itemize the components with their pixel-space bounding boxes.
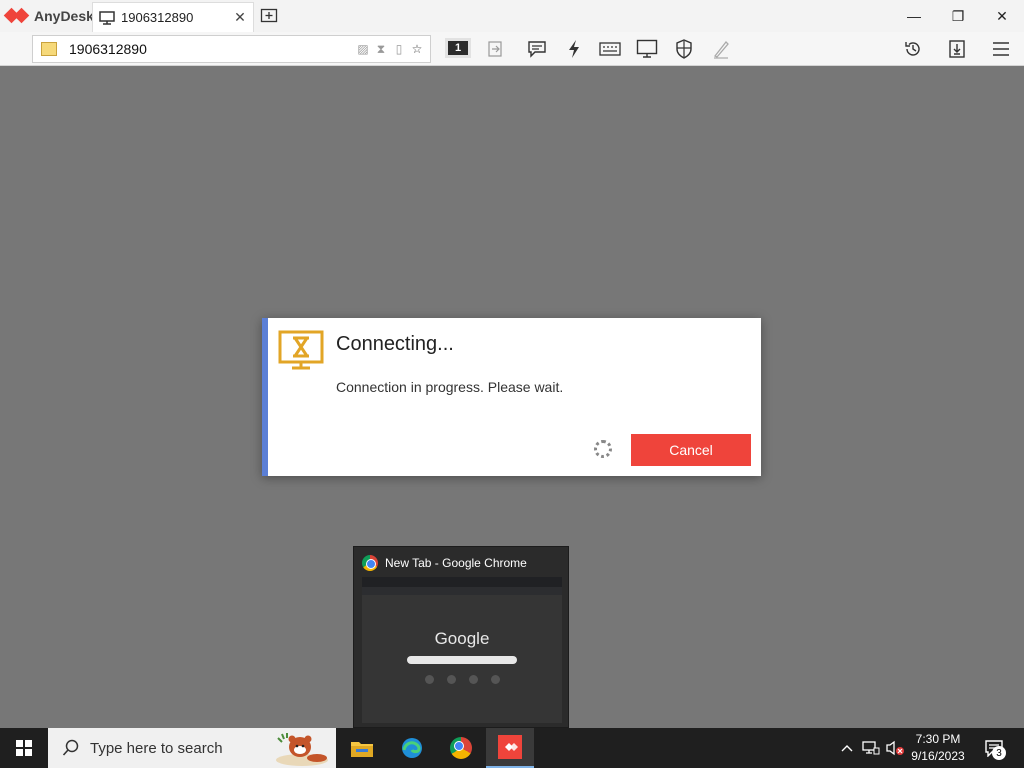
preview-search-box (407, 656, 517, 664)
windows-logo-icon (16, 740, 32, 756)
chrome-taskbar-button[interactable] (437, 728, 485, 768)
chrome-window-thumbnail[interactable]: New Tab - Google Chrome Google (353, 546, 569, 728)
preview-address-bar (362, 587, 562, 595)
preview-tabstrip (362, 577, 562, 587)
minimize-button[interactable]: — (892, 0, 936, 32)
close-window-button[interactable]: ✕ (980, 0, 1024, 32)
chat-icon[interactable] (525, 37, 549, 61)
thumbnail-header: New Tab - Google Chrome (362, 555, 527, 571)
address-bar[interactable]: 1906312890 ▨ ⧗ ▯ ☆ (32, 35, 431, 63)
session-toolbar: 1906312890 ▨ ⧗ ▯ ☆ (0, 32, 1024, 66)
dialog-message: Connection in progress. Please wait. (336, 379, 564, 395)
notification-count-badge: 3 (992, 746, 1006, 760)
chrome-icon (362, 555, 378, 571)
display-icon[interactable] (635, 37, 659, 61)
folder-icon (351, 742, 373, 757)
preview-shortcuts (425, 675, 500, 684)
menu-hamburger-icon[interactable] (989, 37, 1013, 61)
search-icon (62, 739, 79, 756)
tab-label: 1906312890 (121, 10, 194, 25)
clock-time: 7:30 PM (915, 732, 961, 746)
edge-icon (402, 738, 422, 758)
no-video-icon[interactable]: ▨ (356, 42, 370, 56)
database-icon[interactable]: ▯ (392, 42, 406, 56)
anydesk-icon (498, 735, 522, 759)
session-tab[interactable]: 1906312890 ✕ (92, 2, 254, 32)
preview-google-logo: Google (434, 629, 490, 648)
search-placeholder: Type here to search (90, 739, 223, 757)
dialog-title: Connecting... (336, 333, 454, 355)
actions-lightning-icon[interactable] (562, 37, 586, 61)
start-button[interactable] (0, 728, 48, 768)
remote-desk-icon (41, 42, 57, 56)
hourglass-icon[interactable]: ⧗ (374, 42, 388, 56)
anydesk-logo-icon (3, 7, 30, 25)
tab-close-icon[interactable]: ✕ (233, 9, 247, 26)
anydesk-brand: AnyDesk (3, 0, 94, 32)
red-panda-search-highlight-icon (276, 733, 328, 766)
address-input[interactable]: 1906312890 (69, 41, 356, 57)
keyboard-icon[interactable] (598, 37, 622, 61)
brand-name: AnyDesk (34, 8, 94, 24)
new-tab-button[interactable] (260, 7, 278, 25)
permissions-shield-icon[interactable] (672, 37, 696, 61)
edge-taskbar-button[interactable] (388, 728, 436, 768)
address-actions: ▨ ⧗ ▯ ☆ (356, 42, 424, 57)
title-bar: AnyDesk 1906312890 ✕ — ❐ ✕ (0, 0, 1024, 32)
whiteboard-pen-icon[interactable] (709, 37, 733, 61)
taskbar-search[interactable]: Type here to search (48, 728, 336, 768)
thumbnail-preview: Google (362, 577, 562, 723)
chrome-icon (450, 737, 472, 759)
restore-button[interactable]: ❐ (936, 0, 980, 32)
file-explorer-taskbar-button[interactable] (338, 728, 386, 768)
loading-spinner-icon (594, 440, 612, 458)
history-icon[interactable] (901, 37, 925, 61)
hourglass-monitor-icon (278, 330, 324, 370)
favorite-star-icon[interactable]: ☆ (410, 42, 424, 56)
network-icon[interactable] (860, 728, 882, 768)
volume-muted-icon[interactable] (884, 728, 906, 768)
file-transfer-icon[interactable] (483, 37, 507, 61)
clock-date: 9/16/2023 (911, 749, 965, 763)
connecting-dialog: Connecting... Connection in progress. Pl… (262, 318, 761, 476)
taskbar: Type here to search 7:30 PM 9/16/2023 (0, 728, 1024, 768)
show-hidden-icons-chevron-up-icon[interactable] (838, 728, 856, 768)
anydesk-taskbar-button[interactable] (486, 728, 534, 768)
cancel-button[interactable]: Cancel (631, 434, 751, 466)
thumbnail-title: New Tab - Google Chrome (385, 556, 527, 570)
monitor-icon (99, 10, 115, 25)
monitor-number-button[interactable]: 1 (445, 38, 471, 58)
system-clock[interactable]: 7:30 PM 9/16/2023 (908, 731, 968, 765)
new-tab-icon (260, 8, 278, 23)
install-download-icon[interactable] (945, 37, 969, 61)
